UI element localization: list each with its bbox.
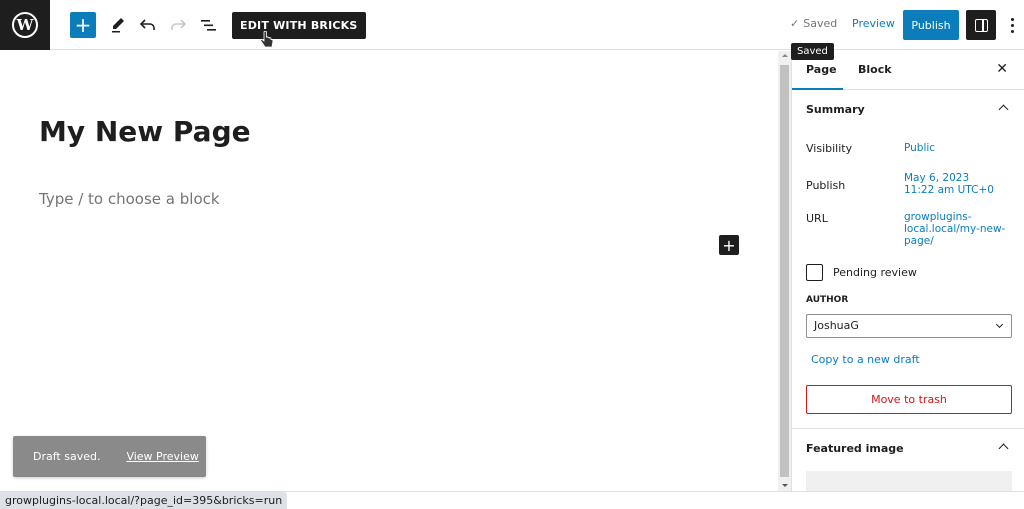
snackbar-message: Draft saved. bbox=[33, 450, 101, 463]
scrollbar-thumb[interactable] bbox=[780, 65, 789, 477]
summary-panel-toggle[interactable]: Summary bbox=[792, 90, 1024, 128]
more-vertical-icon bbox=[1010, 17, 1014, 21]
dot bbox=[1010, 29, 1014, 33]
author-label: AUTHOR bbox=[806, 295, 849, 305]
wordpress-logo-icon: W bbox=[12, 12, 38, 38]
canvas-scrollbar[interactable] bbox=[778, 51, 791, 491]
list-view-button[interactable] bbox=[196, 13, 220, 37]
draft-saved-snackbar: Draft saved. View Preview bbox=[13, 436, 206, 477]
author-select[interactable]: JoshuaG bbox=[806, 314, 1012, 338]
close-sidebar-button[interactable]: ✕ bbox=[996, 61, 1008, 77]
url-line: growplugins- bbox=[904, 211, 972, 223]
chevron-up-icon bbox=[998, 104, 1009, 115]
author-value: JoshuaG bbox=[814, 319, 859, 332]
redo-icon bbox=[171, 19, 187, 30]
editor-canvas[interactable]: My New Page Type / to choose a block + bbox=[0, 51, 777, 491]
scroll-down-arrow-icon[interactable] bbox=[782, 484, 788, 487]
publish-date-value[interactable]: May 6, 2023 11:22 am UTC+0 bbox=[904, 172, 994, 196]
list-view-icon bbox=[201, 20, 216, 31]
redo-button[interactable] bbox=[166, 13, 190, 37]
summary-title: Summary bbox=[806, 103, 865, 116]
block-placeholder[interactable]: Type / to choose a block bbox=[39, 190, 220, 208]
sidebar-panel-icon bbox=[974, 18, 988, 32]
settings-sidebar: Page Block ✕ Summary Visibility Public P… bbox=[791, 51, 1024, 491]
options-menu-button[interactable] bbox=[1006, 14, 1018, 36]
scroll-up-arrow-icon[interactable] bbox=[782, 54, 788, 57]
plus-icon: + bbox=[722, 235, 736, 255]
url-value[interactable]: growplugins- local.local/my-new- page/ bbox=[904, 211, 1005, 247]
page-title[interactable]: My New Page bbox=[39, 115, 251, 148]
undo-icon bbox=[139, 19, 155, 30]
chevron-down-icon bbox=[995, 320, 1004, 329]
featured-image-dropzone[interactable] bbox=[806, 471, 1012, 491]
publish-label: Publish bbox=[806, 179, 846, 192]
plus-icon: + bbox=[74, 13, 92, 37]
add-block-button[interactable]: + bbox=[70, 12, 96, 38]
url-line: page/ bbox=[904, 235, 934, 247]
dot bbox=[1010, 23, 1014, 27]
saved-label: Saved bbox=[803, 17, 838, 30]
move-to-trash-button[interactable]: Move to trash bbox=[806, 385, 1012, 414]
pending-review-checkbox[interactable] bbox=[806, 264, 823, 281]
panel-divider bbox=[792, 428, 1024, 429]
visibility-label: Visibility bbox=[806, 142, 853, 155]
featured-image-title[interactable]: Featured image bbox=[806, 442, 904, 455]
saved-tooltip: Saved bbox=[791, 43, 834, 60]
preview-button[interactable]: Preview bbox=[852, 17, 895, 30]
tab-page[interactable]: Page bbox=[806, 63, 837, 76]
settings-toggle-button[interactable] bbox=[966, 10, 996, 40]
hand-cursor-icon bbox=[260, 30, 274, 48]
close-icon: ✕ bbox=[996, 61, 1008, 77]
visibility-value[interactable]: Public bbox=[904, 142, 935, 154]
browser-status-url: growplugins-local.local/?page_id=395&bri… bbox=[0, 492, 288, 509]
edit-with-bricks-button[interactable]: EDIT WITH BRICKS bbox=[232, 12, 366, 39]
url-line: local.local/my-new- bbox=[904, 223, 1006, 235]
wordpress-logo-button[interactable]: W bbox=[0, 0, 50, 50]
tools-button[interactable] bbox=[106, 13, 130, 37]
tab-block[interactable]: Block bbox=[858, 63, 892, 76]
inline-add-block-button[interactable]: + bbox=[719, 235, 739, 255]
editor-header: W + EDIT WITH BRICKS ✓ Saved Preview Pub… bbox=[0, 0, 1024, 50]
url-label: URL bbox=[806, 212, 828, 225]
undo-button[interactable] bbox=[136, 13, 160, 37]
pending-review-label[interactable]: Pending review bbox=[833, 266, 917, 279]
view-preview-link[interactable]: View Preview bbox=[126, 450, 198, 463]
publish-date: May 6, 2023 bbox=[904, 172, 970, 184]
saved-status: ✓ Saved bbox=[790, 17, 837, 30]
publish-time: 11:22 am UTC+0 bbox=[904, 184, 994, 196]
publish-button[interactable]: Publish bbox=[903, 10, 959, 40]
pencil-icon bbox=[112, 18, 124, 33]
copy-to-new-draft-link[interactable]: Copy to a new draft bbox=[811, 353, 920, 366]
check-icon: ✓ bbox=[790, 17, 800, 30]
chevron-up-icon[interactable] bbox=[998, 443, 1009, 454]
